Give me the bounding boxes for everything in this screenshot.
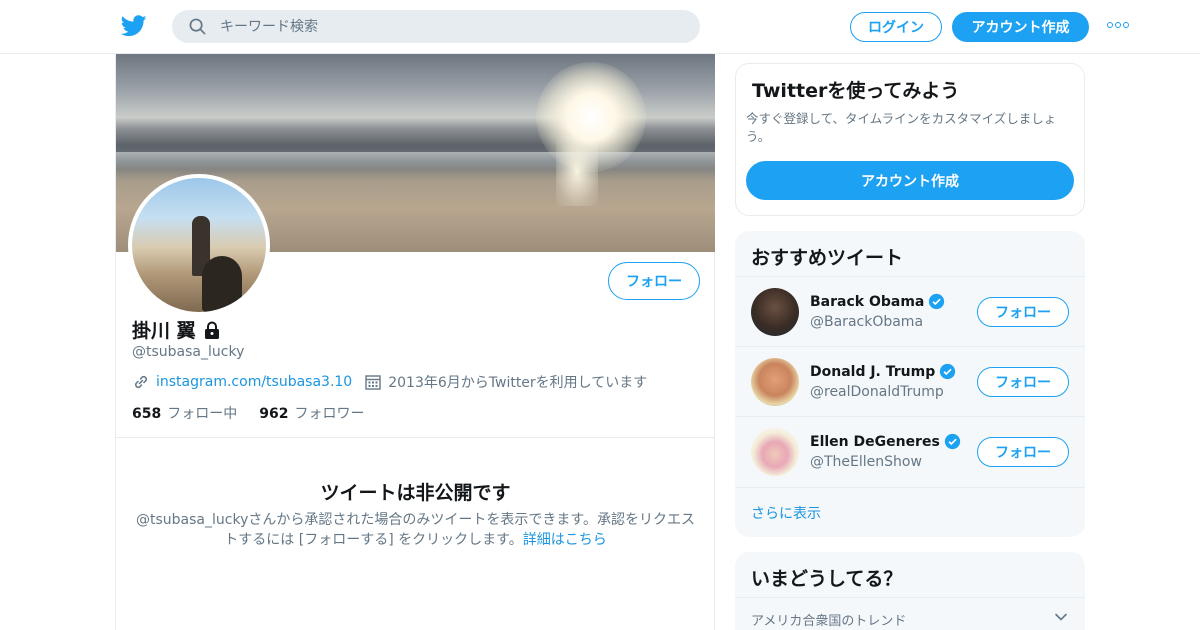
trends-location: アメリカ合衆国のトレンド xyxy=(751,614,907,629)
show-more-link[interactable]: さらに表示 xyxy=(751,503,821,523)
follow-button[interactable]: フォロー xyxy=(977,367,1069,397)
verified-badge-icon xyxy=(929,293,945,310)
user-handle: @BarackObama xyxy=(810,314,924,330)
signup-card-title: Twitterを使ってみよう xyxy=(752,80,960,102)
top-navigation-bar: ログイン アカウント作成 xyxy=(0,0,1200,54)
divider xyxy=(116,437,715,438)
link-icon xyxy=(135,375,147,389)
protected-tweets-description: @tsubasa_luckyさんから承認された場合のみツイートを表示できます。承… xyxy=(136,512,695,548)
recommended-title: おすすめツイート xyxy=(751,247,904,269)
protected-tweets-title: ツイートは非公開です xyxy=(320,482,511,504)
recommended-user-row[interactable]: Donald J. Trump @realDonaldTrump フォロー xyxy=(735,346,1085,416)
login-button[interactable]: ログイン xyxy=(850,12,942,42)
trends-title: いまどうしてる？ xyxy=(751,568,903,590)
search-input[interactable] xyxy=(220,10,680,43)
profile-meta: instagram.com/tsubasa3.10 2013年6月からTwitt… xyxy=(132,372,647,392)
more-dots-icon[interactable] xyxy=(1107,22,1129,30)
recommended-user-row[interactable]: Ellen DeGeneres @TheEllenShow フォロー xyxy=(735,416,1085,486)
recommended-accounts-card: おすすめツイート Barack Obama @BarackObama フォロー … xyxy=(735,231,1085,537)
verified-badge-icon xyxy=(940,363,956,380)
follow-counts: 658 フォロー中 962 フォロワー xyxy=(132,403,386,423)
calendar-icon xyxy=(365,375,381,390)
learn-more-link[interactable]: 詳細はこちら xyxy=(523,532,607,548)
verified-badge-icon xyxy=(944,433,960,450)
profile-handle: @tsubasa_lucky xyxy=(132,344,245,360)
user-name[interactable]: Barack Obama xyxy=(810,293,945,310)
signup-card: Twitterを使ってみよう 今すぐ登録して、タイムラインをカスタマイズしましょ… xyxy=(735,63,1085,216)
user-handle: @TheEllenShow xyxy=(810,454,922,470)
user-avatar[interactable] xyxy=(751,288,799,336)
user-name[interactable]: Donald J. Trump xyxy=(810,363,956,380)
follow-button[interactable]: フォロー xyxy=(977,297,1069,327)
user-avatar[interactable] xyxy=(751,428,799,476)
trends-card: いまどうしてる？ アメリカ合衆国のトレンド xyxy=(735,552,1085,630)
lock-icon xyxy=(204,321,219,339)
user-handle: @realDonaldTrump xyxy=(810,384,944,400)
website-link[interactable]: instagram.com/tsubasa3.10 xyxy=(156,374,352,390)
user-avatar[interactable] xyxy=(751,358,799,406)
profile-avatar[interactable] xyxy=(128,174,270,316)
signup-card-button[interactable]: アカウント作成 xyxy=(746,161,1074,200)
follow-button[interactable]: フォロー xyxy=(977,437,1069,467)
profile-column: フォロー 掛川 翼 @tsubasa_lucky instagram.com/t… xyxy=(115,54,715,630)
followers-count[interactable]: 962 フォロワー xyxy=(259,403,364,423)
chevron-down-icon[interactable] xyxy=(1054,610,1068,624)
follow-button[interactable]: フォロー xyxy=(608,262,700,300)
search-bar[interactable] xyxy=(172,10,700,43)
twitter-bird-icon[interactable] xyxy=(121,14,147,38)
joined-date: 2013年6月からTwitterを利用しています xyxy=(388,375,648,391)
user-name[interactable]: Ellen DeGeneres xyxy=(810,433,961,450)
following-count[interactable]: 658 フォロー中 xyxy=(132,403,237,423)
profile-name: 掛川 翼 xyxy=(132,316,222,343)
display-name: 掛川 翼 xyxy=(132,320,196,342)
search-icon xyxy=(189,18,206,35)
signup-button[interactable]: アカウント作成 xyxy=(952,12,1089,42)
signup-card-subtitle: 今すぐ登録して、タイムラインをカスタマイズしましょう。 xyxy=(746,111,1057,144)
recommended-user-row[interactable]: Barack Obama @BarackObama フォロー xyxy=(735,276,1085,346)
show-more-row[interactable]: さらに表示 xyxy=(735,487,1085,537)
trends-location-row[interactable]: アメリカ合衆国のトレンド xyxy=(735,597,1085,630)
